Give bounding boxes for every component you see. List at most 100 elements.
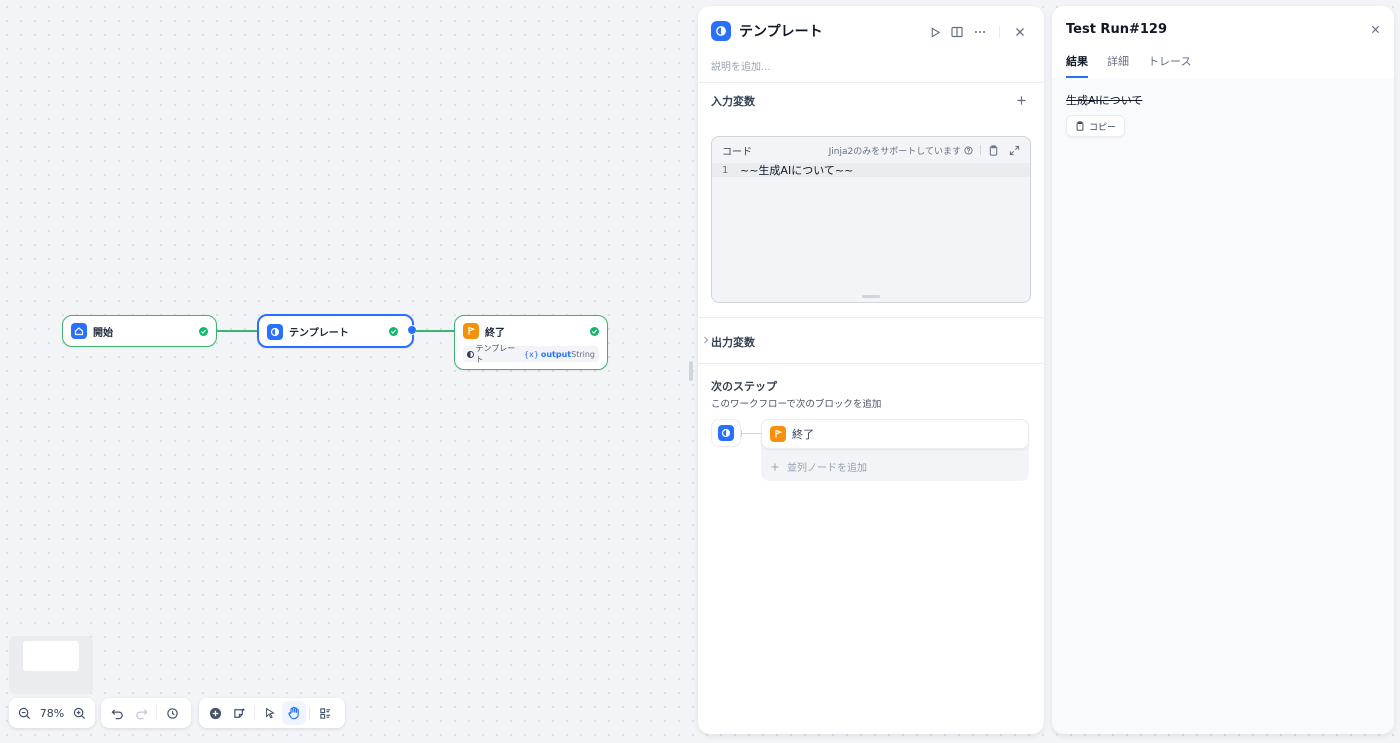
play-icon — [931, 26, 940, 38]
help-icon[interactable] — [964, 145, 973, 155]
zoom-level[interactable]: 78% — [36, 707, 68, 720]
editor-divider — [980, 145, 981, 155]
next-step-list: 終了 並列ノードを追加 — [761, 419, 1029, 481]
workflow-canvas[interactable]: 開始 テンプレート 終了 テンプレート {x} output String 78… — [0, 0, 697, 743]
hand-icon — [288, 706, 299, 720]
zoom-in-button[interactable] — [68, 701, 91, 725]
template-icon — [718, 425, 734, 441]
var-name: output — [540, 349, 572, 359]
template-icon — [267, 323, 283, 340]
history-toolbar — [101, 698, 191, 728]
test-run-panel: Test Run#129 結果 詳細 トレース 生成AIについて コピー — [1052, 6, 1394, 734]
more-options-button[interactable] — [972, 24, 988, 40]
expand-icon — [1009, 145, 1020, 155]
input-vars-title: 入力変数 — [711, 95, 755, 108]
code-label: コード — [722, 146, 752, 158]
description-input[interactable]: 説明を追加... — [711, 58, 771, 73]
close-icon — [1371, 25, 1379, 33]
note-icon — [233, 707, 245, 718]
add-block-button[interactable] — [203, 701, 227, 725]
add-input-var-button[interactable] — [1013, 92, 1029, 108]
next-step-item-end[interactable]: 終了 — [761, 419, 1029, 449]
close-icon — [1016, 28, 1024, 36]
zoom-out-icon — [18, 707, 30, 719]
edge-start-template — [217, 330, 257, 332]
panel-title[interactable]: テンプレート — [739, 21, 823, 41]
hand-mode-button[interactable] — [282, 701, 306, 725]
next-step-item-label: 終了 — [792, 428, 814, 441]
run-title: Test Run#129 — [1066, 22, 1167, 37]
next-step-title: 次のステップ — [711, 380, 777, 393]
tools-toolbar — [199, 698, 345, 728]
undo-button[interactable] — [105, 701, 129, 725]
result-area — [1052, 78, 1394, 734]
home-icon — [71, 323, 87, 339]
zoom-toolbar: 78% — [9, 698, 95, 728]
run-node-button[interactable] — [927, 24, 943, 40]
copy-code-button[interactable] — [988, 144, 999, 156]
redo-button[interactable] — [129, 701, 153, 725]
expand-editor-button[interactable] — [1009, 145, 1020, 156]
toolbar-divider — [156, 706, 157, 720]
template-node-title: テンプレート — [289, 328, 349, 339]
template-icon — [467, 350, 474, 358]
tab-trace[interactable]: トレース — [1148, 53, 1191, 69]
var-type: String — [571, 349, 595, 359]
code-line[interactable]: 1 ~~生成AIについて~~ — [712, 163, 1030, 177]
minimap[interactable] — [9, 636, 93, 694]
divider — [698, 82, 1044, 83]
organize-layout-button[interactable] — [313, 701, 337, 725]
end-node-title: 終了 — [485, 327, 505, 339]
jinja-support-note: Jinja2のみをサポートしています — [828, 146, 961, 157]
start-node[interactable]: 開始 — [62, 315, 217, 347]
history-button[interactable] — [160, 701, 184, 725]
copy-result-button[interactable]: コピー — [1066, 115, 1126, 137]
connector-tick — [741, 430, 742, 437]
toggle-panel-button[interactable] — [949, 24, 965, 40]
zoom-out-button[interactable] — [13, 701, 36, 725]
zoom-in-icon — [73, 707, 86, 719]
plus-icon — [771, 463, 779, 471]
var-source-node: テンプレート — [475, 344, 516, 364]
code-text[interactable]: ~~生成AIについて~~ — [740, 162, 853, 178]
start-node-title: 開始 — [93, 327, 113, 339]
copy-label: コピー — [1089, 122, 1117, 133]
more-icon — [975, 31, 985, 33]
expand-chevron-icon[interactable] — [703, 336, 709, 344]
code-editor[interactable]: コード Jinja2のみをサポートしています 1 ~~生成AIについて~~ — [711, 136, 1031, 303]
panel-resize-handle[interactable] — [689, 361, 693, 381]
add-parallel-node-button[interactable]: 並列ノードを追加 — [771, 459, 867, 474]
split-view-icon — [951, 26, 963, 38]
minimap-viewport — [23, 641, 79, 671]
tab-detail[interactable]: 詳細 — [1107, 53, 1129, 69]
connector-line — [741, 433, 761, 434]
template-node[interactable]: テンプレート — [257, 314, 414, 348]
edge-template-end — [416, 330, 454, 332]
output-vars-title[interactable]: 出力変数 — [711, 334, 755, 350]
add-note-button[interactable] — [227, 701, 251, 725]
add-circle-icon — [209, 707, 221, 719]
variable-icon: {x} — [523, 349, 539, 359]
end-output-variable: テンプレート {x} output String — [463, 344, 599, 364]
undo-icon — [111, 708, 123, 719]
tab-result[interactable]: 結果 — [1066, 53, 1088, 69]
header-divider — [999, 26, 1000, 38]
clipboard-icon — [989, 144, 998, 156]
editor-resize-handle[interactable] — [862, 295, 880, 298]
pointer-icon — [266, 707, 275, 719]
current-node-chip — [711, 419, 741, 447]
close-run-panel-button[interactable] — [1368, 22, 1382, 36]
clipboard-icon — [1076, 121, 1084, 131]
success-check-icon — [199, 326, 208, 336]
close-panel-button[interactable] — [1012, 24, 1028, 40]
success-check-icon — [389, 327, 398, 336]
history-icon — [166, 707, 178, 719]
next-step-subtitle: このワークフローで次のブロックを追加 — [711, 399, 882, 410]
pointer-mode-button[interactable] — [258, 701, 282, 725]
end-flag-icon — [770, 426, 786, 442]
template-icon — [711, 21, 731, 41]
template-node-panel: テンプレート 説明を追加... 入力変数 コード Jinja2のみをサポートして… — [698, 6, 1044, 734]
toolbar-divider — [254, 706, 255, 720]
divider — [698, 363, 1044, 364]
end-node[interactable]: 終了 テンプレート {x} output String — [454, 315, 608, 370]
